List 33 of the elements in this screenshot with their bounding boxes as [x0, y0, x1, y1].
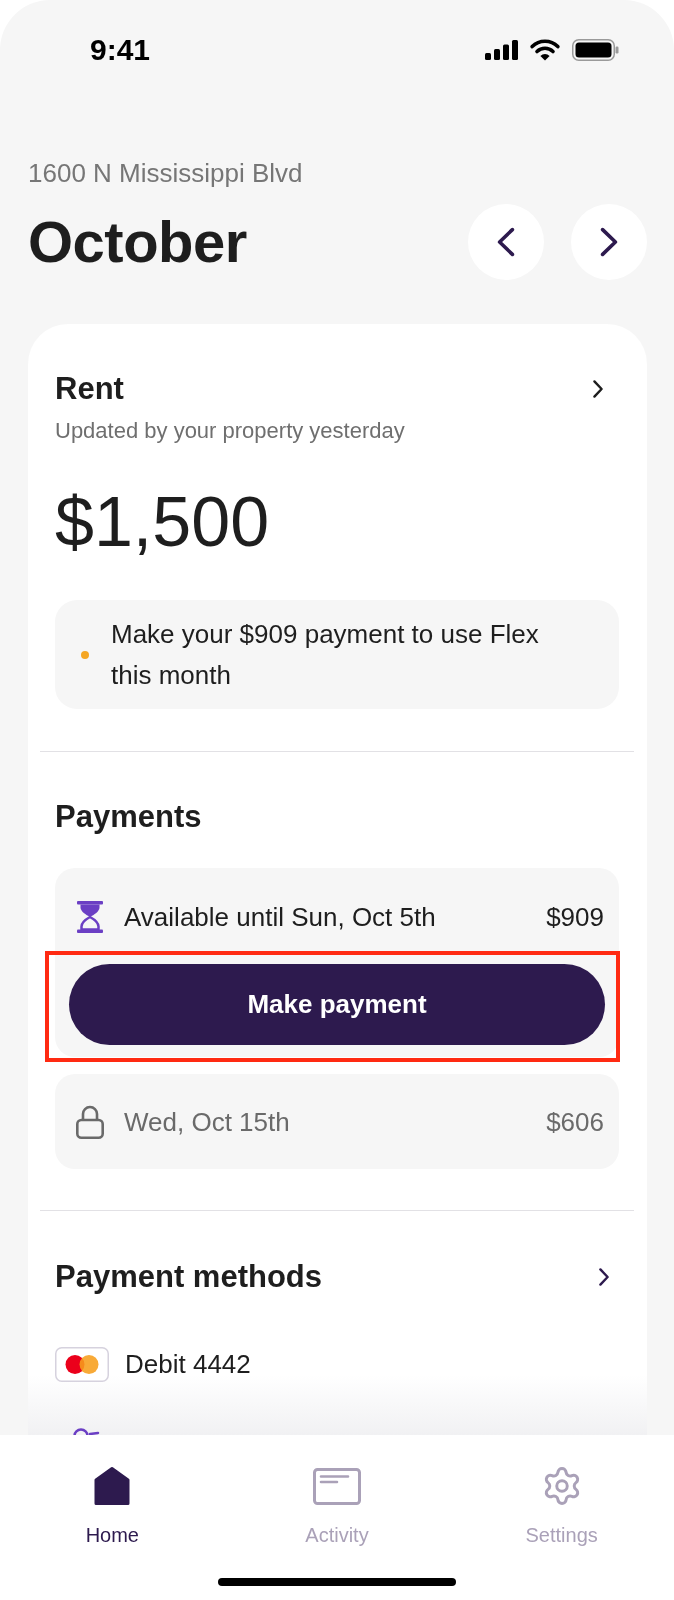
window-icon	[313, 1467, 361, 1505]
tab-label: Activity	[305, 1523, 369, 1547]
section-title: Payments	[55, 798, 203, 836]
payment-amount: $909	[546, 901, 604, 934]
payment-method-label: Debit 4442	[125, 1348, 251, 1381]
lock-icon	[76, 1104, 104, 1139]
hourglass-icon	[77, 901, 103, 933]
tab-label: Settings	[525, 1523, 598, 1547]
payment-label: Wed, Oct 15th	[124, 1105, 291, 1139]
notice-text: Make your $909 payment to use Flex this month	[111, 618, 540, 692]
signal-icon	[485, 40, 518, 60]
make-payment-button[interactable]: Make payment	[69, 964, 605, 1045]
address-text: 1600 N Mississippi Blvd	[28, 157, 304, 189]
circle-icon	[73, 1427, 100, 1435]
payment-amount: $606	[546, 1105, 604, 1139]
home-icon	[94, 1466, 131, 1506]
status-time: 9:41	[90, 33, 151, 67]
chevron-right-icon[interactable]	[592, 379, 604, 399]
chevron-left-icon[interactable]	[496, 226, 516, 258]
nav-tab[interactable]: Home	[85, 1466, 139, 1547]
status-dot-icon	[81, 651, 89, 659]
battery-icon	[572, 39, 619, 61]
month-title: October	[28, 209, 247, 275]
payment-label: Available until Sun, Oct 5th	[124, 901, 437, 934]
chevron-right-icon[interactable]	[599, 226, 619, 258]
chevron-right-icon[interactable]	[598, 1267, 610, 1287]
section-title: Rent	[55, 370, 124, 408]
rent-amount: $1,500	[55, 482, 271, 562]
section-title: Payment methods	[55, 1258, 322, 1296]
tab-label: Home	[85, 1523, 139, 1547]
wifi-icon	[530, 39, 560, 61]
card-logo-icon	[55, 1346, 109, 1382]
rent-subtitle: Updated by your property yesterday	[55, 417, 406, 445]
